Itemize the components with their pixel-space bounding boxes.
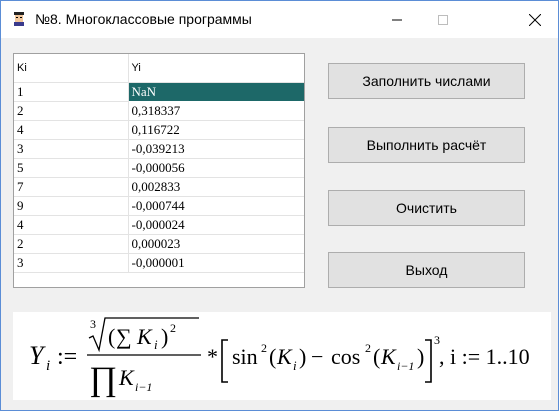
table-row[interactable]: 9 -0,000744 xyxy=(14,196,304,216)
clear-button[interactable]: Очистить xyxy=(328,190,525,226)
cell-y[interactable]: -0,000024 xyxy=(128,215,304,235)
paren-open: ( xyxy=(108,324,115,349)
cell-k[interactable]: 4 xyxy=(14,215,129,235)
cell-y[interactable]: -0,039213 xyxy=(128,139,304,159)
formula-k3-sub: i xyxy=(293,358,297,373)
bracket-open xyxy=(221,339,228,383)
cell-k[interactable]: 1 xyxy=(14,82,129,102)
cell-k[interactable]: 5 xyxy=(14,158,129,178)
formula-k2: K xyxy=(118,365,135,390)
formula-sin: sin xyxy=(232,344,258,369)
cell-y-selected[interactable]: NaN xyxy=(127,81,304,102)
header-row: Ki Yi xyxy=(14,54,304,83)
formula-k1-sub: i xyxy=(154,337,158,352)
exit-button[interactable]: Выход xyxy=(328,252,525,288)
table-row[interactable]: 7 0,002833 xyxy=(14,177,304,197)
column-header-y[interactable]: Yi xyxy=(128,54,304,83)
minimize-icon xyxy=(392,19,402,20)
results-table: Ki Yi 1 NaN 2 0,318337 4 0,116722 3 -0,03921… xyxy=(14,54,304,273)
window-title: №8. Многоклассовые программы xyxy=(35,11,252,27)
formula-assign: := xyxy=(57,344,77,370)
formula-sum: ∑ xyxy=(116,324,132,349)
cell-k[interactable]: 3 xyxy=(14,253,129,273)
paren-close-3: ) xyxy=(417,344,424,369)
app-icon xyxy=(14,12,24,26)
formula-sub-i: i xyxy=(46,358,50,374)
data-grid[interactable]: Ki Yi 1 NaN 2 0,318337 4 0,116722 3 -0,03921… xyxy=(13,53,305,288)
cell-k[interactable]: 2 xyxy=(14,101,129,121)
table-row[interactable]: 5 -0,000056 xyxy=(14,158,304,178)
close-button[interactable] xyxy=(512,1,558,38)
table-row[interactable]: 4 0,116722 xyxy=(14,120,304,140)
cell-y[interactable]: 0,002833 xyxy=(128,177,304,197)
minimize-button[interactable] xyxy=(374,1,420,38)
paren-open-2: ( xyxy=(269,344,276,369)
calculate-button[interactable]: Выполнить расчёт xyxy=(328,127,525,163)
cell-y[interactable]: 0,318337 xyxy=(128,101,304,121)
table-row[interactable]: 3 -0,039213 xyxy=(14,139,304,159)
cell-y[interactable]: -0,000001 xyxy=(128,253,304,273)
cell-k[interactable]: 9 xyxy=(14,196,129,216)
formula-sin-sq: 2 xyxy=(261,341,267,355)
paren-close-2: ) xyxy=(299,344,306,369)
table-row[interactable]: 1 NaN xyxy=(14,81,304,102)
cell-y[interactable]: 0,000023 xyxy=(128,234,304,254)
formula-y: Y xyxy=(29,341,46,370)
formula-image: Y i := 3 ( ∑ K i ) 2 ∏ K i−1 * sin 2 (K… xyxy=(13,312,551,400)
main-window: №8. Многоклассовые программы Ki Yi 1 NaN … xyxy=(0,0,559,411)
paren-open-3: ( xyxy=(373,344,380,369)
cell-y[interactable]: -0,000056 xyxy=(128,158,304,178)
cell-k[interactable]: 7 xyxy=(14,177,129,197)
maximize-button xyxy=(420,1,466,38)
formula-k1: K xyxy=(136,324,153,349)
formula-star: * xyxy=(207,344,218,369)
cell-y[interactable]: 0,116722 xyxy=(128,120,304,140)
cell-y[interactable]: -0,000744 xyxy=(128,196,304,216)
bracket-close xyxy=(425,339,432,383)
formula-minus: − xyxy=(311,344,323,369)
table-row[interactable]: 2 0,318337 xyxy=(14,101,304,121)
title-bar[interactable]: №8. Многоклассовые программы xyxy=(1,1,558,38)
formula-root-index: 3 xyxy=(90,317,96,331)
formula-prod: ∏ xyxy=(89,361,117,398)
formula-k3: K xyxy=(276,344,293,369)
formula-k4-sub: i−1 xyxy=(397,359,414,373)
table-row[interactable]: 3 -0,000001 xyxy=(14,253,304,273)
formula-square: 2 xyxy=(170,321,176,335)
formula-k4: K xyxy=(380,344,397,369)
table-row[interactable]: 2 0,000023 xyxy=(14,234,304,254)
cell-k[interactable]: 2 xyxy=(14,234,129,254)
formula-range: , i := 1..10 xyxy=(439,344,530,369)
table-row[interactable]: 4 -0,000024 xyxy=(14,215,304,235)
close-icon xyxy=(529,13,541,26)
column-header-k[interactable]: Ki xyxy=(14,54,129,83)
cell-k[interactable]: 3 xyxy=(14,139,129,159)
maximize-icon xyxy=(438,14,448,25)
formula-cos: cos xyxy=(331,344,360,369)
formula-cos-sq: 2 xyxy=(365,341,371,355)
cell-k[interactable]: 4 xyxy=(14,120,129,140)
formula-k2-sub: i−1 xyxy=(135,380,152,394)
paren-close: ) xyxy=(161,324,168,349)
fill-numbers-button[interactable]: Заполнить числами xyxy=(328,63,525,99)
